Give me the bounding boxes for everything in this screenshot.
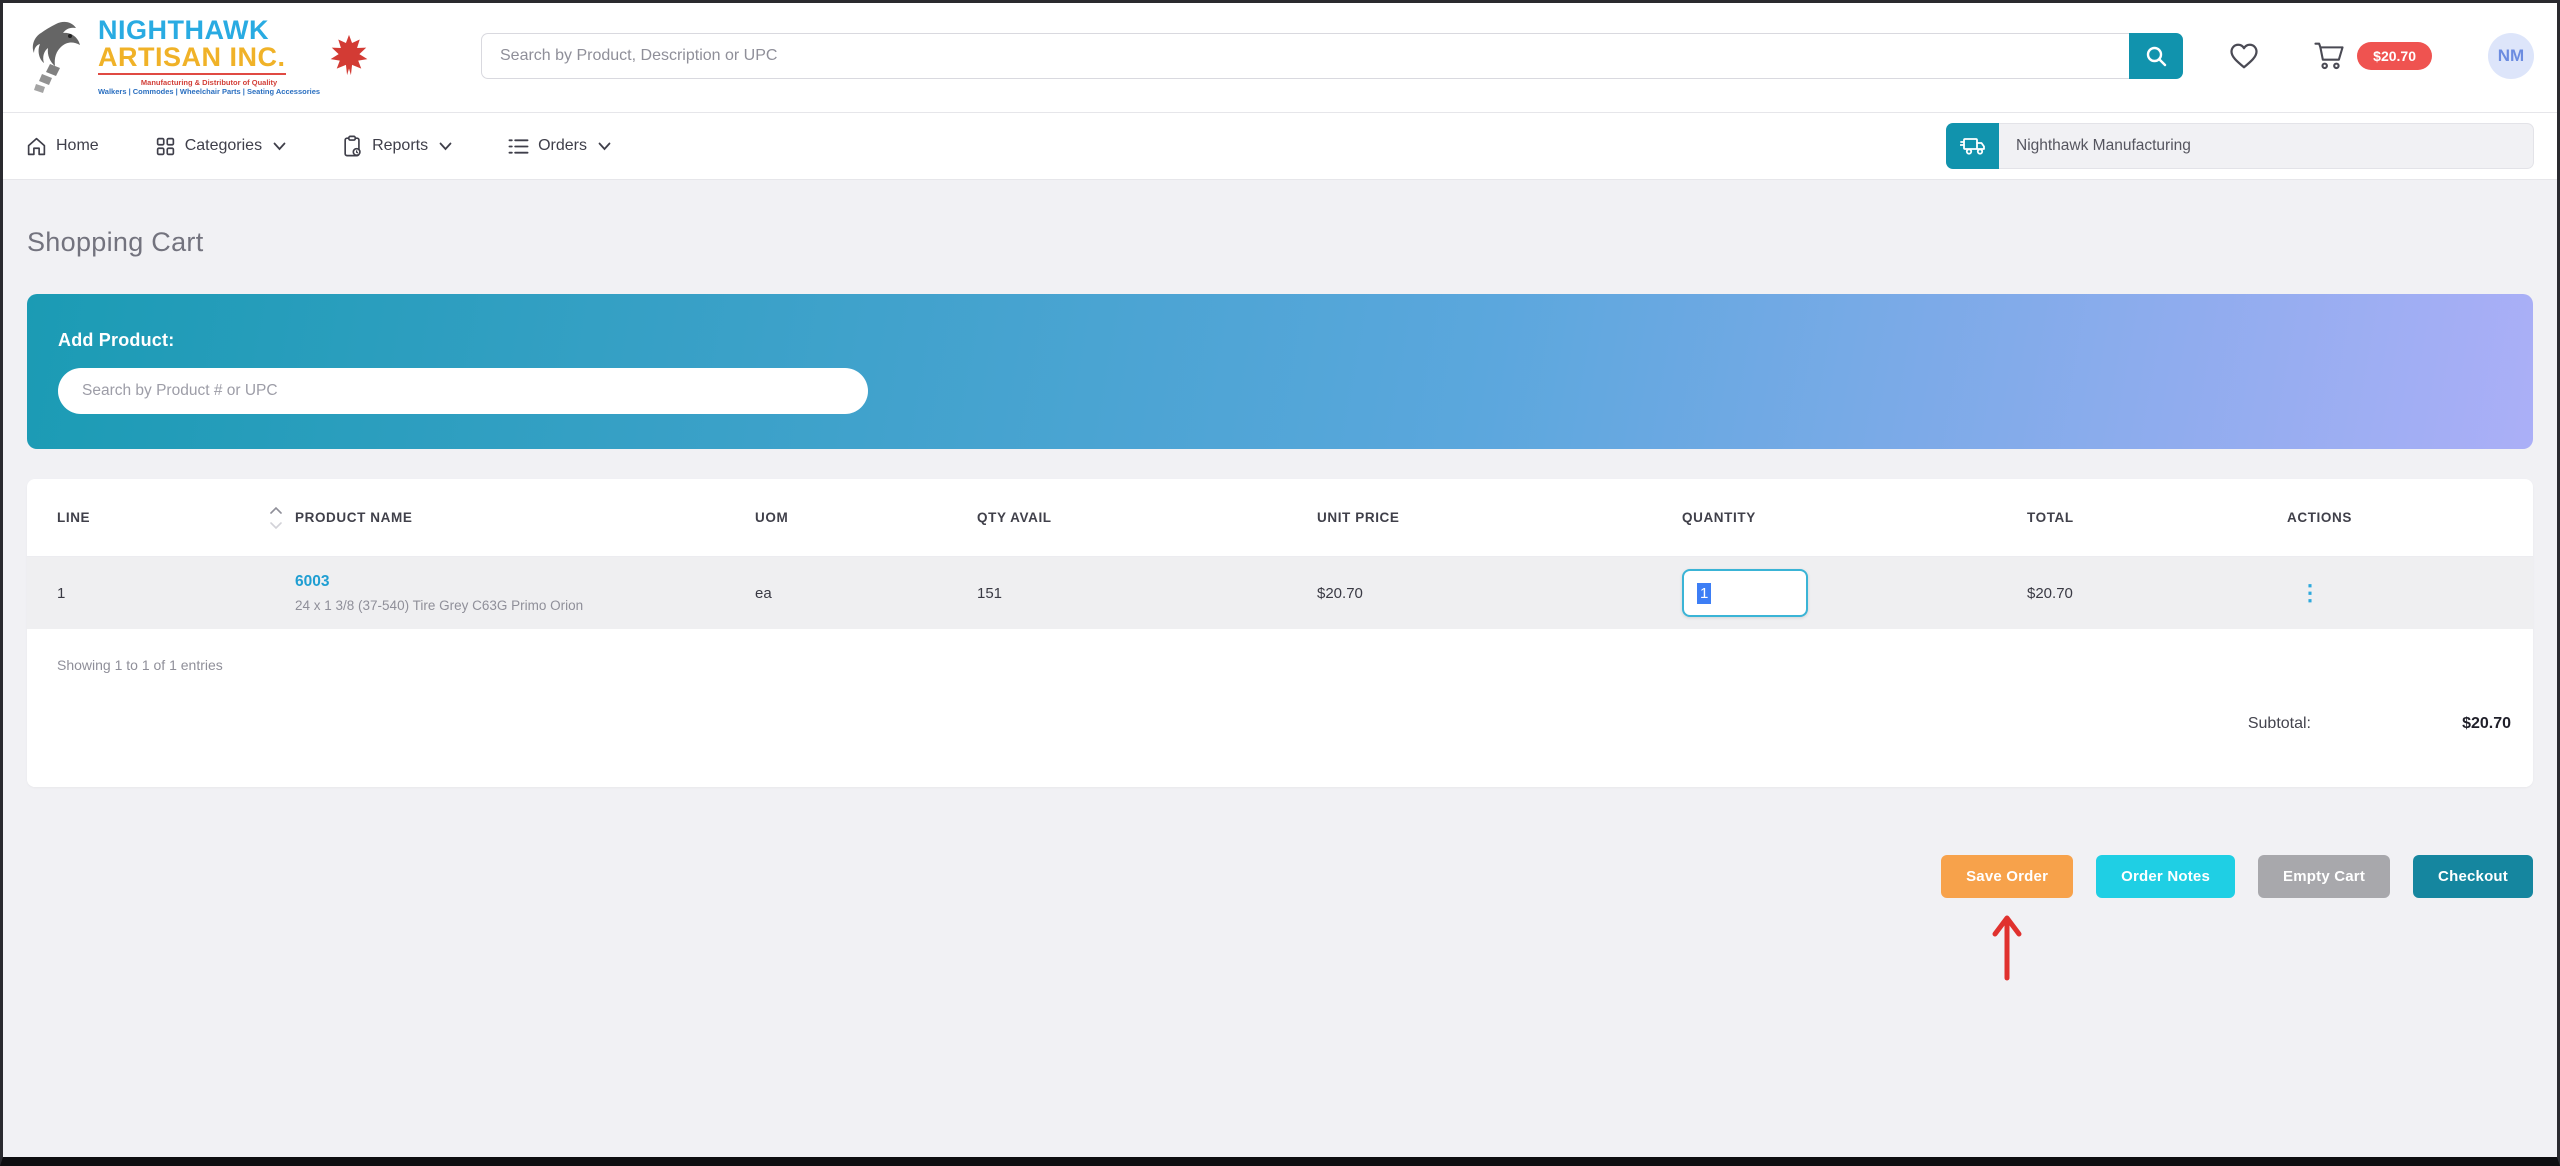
table-row: 1 6003 24 x 1 3/8 (37-540) Tire Grey C63… <box>27 557 2533 629</box>
brand-text: NIGHTHAWK ARTISAN INC. Manufacturing & D… <box>98 17 320 96</box>
cell-qty-avail: 151 <box>947 557 1287 629</box>
top-bar: NIGHTHAWK ARTISAN INC. Manufacturing & D… <box>0 0 2560 113</box>
column-header-unit-price[interactable]: UNIT PRICE <box>1287 479 1652 556</box>
cell-actions: ⋮ <box>2257 557 2533 629</box>
search-icon <box>2144 44 2168 68</box>
cart-actions: Save Order Order Notes Empty Cart Checko… <box>27 855 2533 898</box>
subtotal-value: $20.70 <box>2421 715 2511 733</box>
search-button[interactable] <box>2129 33 2183 79</box>
column-header-qty-avail[interactable]: QTY AVAIL <box>947 479 1287 556</box>
cart-button[interactable] <box>2313 41 2345 71</box>
favorites-button[interactable] <box>2229 42 2259 70</box>
brand-name-line1: NIGHTHAWK <box>98 17 320 44</box>
order-notes-button[interactable]: Order Notes <box>2096 855 2235 898</box>
cell-product-name: 6003 24 x 1 3/8 (37-540) Tire Grey C63G … <box>265 557 725 629</box>
subtotal-row: Subtotal: $20.70 <box>49 715 2511 733</box>
column-header-product-name[interactable]: PRODUCT NAME <box>265 479 725 556</box>
ship-to-button[interactable] <box>1946 123 1999 169</box>
chevron-down-icon <box>273 142 286 151</box>
nav-label-categories: Categories <box>185 137 262 155</box>
nav-item-categories[interactable]: Categories <box>155 136 286 157</box>
column-header-line-label: LINE <box>57 510 90 525</box>
nav-label-reports: Reports <box>372 137 428 155</box>
brand-logo[interactable]: NIGHTHAWK ARTISAN INC. Manufacturing & D… <box>26 17 481 96</box>
cart-total-badge[interactable]: $20.70 <box>2357 42 2432 70</box>
save-order-button[interactable]: Save Order <box>1941 855 2073 898</box>
truck-icon <box>1960 135 1986 157</box>
hawk-logo-icon <box>26 18 90 94</box>
maple-leaf-icon <box>326 33 372 79</box>
chevron-down-icon <box>598 142 611 151</box>
product-description: 24 x 1 3/8 (37-540) Tire Grey C63G Primo… <box>295 598 583 613</box>
quantity-value: 1 <box>1697 583 1711 604</box>
checkout-button[interactable]: Checkout <box>2413 855 2533 898</box>
main-nav: Home Categories Reports <box>0 113 2560 180</box>
cell-quantity: 1 <box>1652 557 1997 629</box>
empty-cart-button[interactable]: Empty Cart <box>2258 855 2390 898</box>
table-header-row: LINE PRODUCT NAME UOM QTY AVAIL UNIT PRI… <box>27 479 2533 557</box>
column-header-line[interactable]: LINE <box>27 479 265 556</box>
user-avatar[interactable]: NM <box>2488 33 2534 79</box>
nav-item-home[interactable]: Home <box>26 136 99 157</box>
cart-icon <box>2313 41 2345 71</box>
global-search-input[interactable] <box>481 33 2129 79</box>
brand-tagline-2: Walkers | Commodes | Wheelchair Parts | … <box>98 88 320 96</box>
report-icon <box>342 135 363 157</box>
nav-item-orders[interactable]: Orders <box>508 137 611 156</box>
add-product-search-input[interactable] <box>58 368 868 414</box>
main-content: Shopping Cart Add Product: LINE PRODUCT … <box>0 227 2560 898</box>
topbar-icons: $20.70 NM <box>2229 33 2534 79</box>
cart-group: $20.70 <box>2313 41 2432 71</box>
brand-tagline-1: Manufacturing & Distributor of Quality <box>98 79 320 87</box>
customer-name: Nighthawk Manufacturing <box>2016 137 2191 155</box>
column-header-uom[interactable]: UOM <box>725 479 947 556</box>
subtotal-label: Subtotal: <box>2248 715 2311 733</box>
cart-table-card: LINE PRODUCT NAME UOM QTY AVAIL UNIT PRI… <box>27 479 2533 787</box>
cell-uom: ea <box>725 557 947 629</box>
nav-label-home: Home <box>56 137 99 155</box>
nav-menu: Home Categories Reports <box>26 135 611 157</box>
list-icon <box>508 137 529 156</box>
brand-name-line2: ARTISAN INC. <box>98 44 286 75</box>
customer-name-field[interactable]: Nighthawk Manufacturing <box>1999 123 2534 169</box>
cell-unit-price: $20.70 <box>1287 557 1652 629</box>
heart-icon <box>2229 42 2259 70</box>
cell-total: $20.70 <box>1997 557 2257 629</box>
entries-summary: Showing 1 to 1 of 1 entries <box>49 657 2511 673</box>
nav-item-reports[interactable]: Reports <box>342 135 452 157</box>
product-code-link[interactable]: 6003 <box>295 573 329 591</box>
quantity-input[interactable]: 1 <box>1682 569 1808 617</box>
column-header-quantity[interactable]: QUANTITY <box>1652 479 1997 556</box>
add-product-label: Add Product: <box>58 330 2502 351</box>
annotation-arrow-icon <box>1987 910 2027 982</box>
table-footer: Showing 1 to 1 of 1 entries Subtotal: $2… <box>27 629 2533 787</box>
column-header-total[interactable]: TOTAL <box>1997 479 2257 556</box>
nav-label-orders: Orders <box>538 137 587 155</box>
chevron-down-icon <box>439 142 452 151</box>
customer-selector: Nighthawk Manufacturing <box>1946 123 2534 169</box>
home-icon <box>26 136 47 157</box>
row-actions-menu-button[interactable]: ⋮ <box>2287 582 2321 604</box>
global-search <box>481 33 2183 79</box>
cell-line-number: 1 <box>27 557 265 629</box>
page-title: Shopping Cart <box>27 227 2533 258</box>
column-header-actions[interactable]: ACTIONS <box>2257 479 2533 556</box>
save-order-wrap: Save Order <box>1941 855 2073 898</box>
grid-icon <box>155 136 176 157</box>
add-product-banner: Add Product: <box>27 294 2533 449</box>
